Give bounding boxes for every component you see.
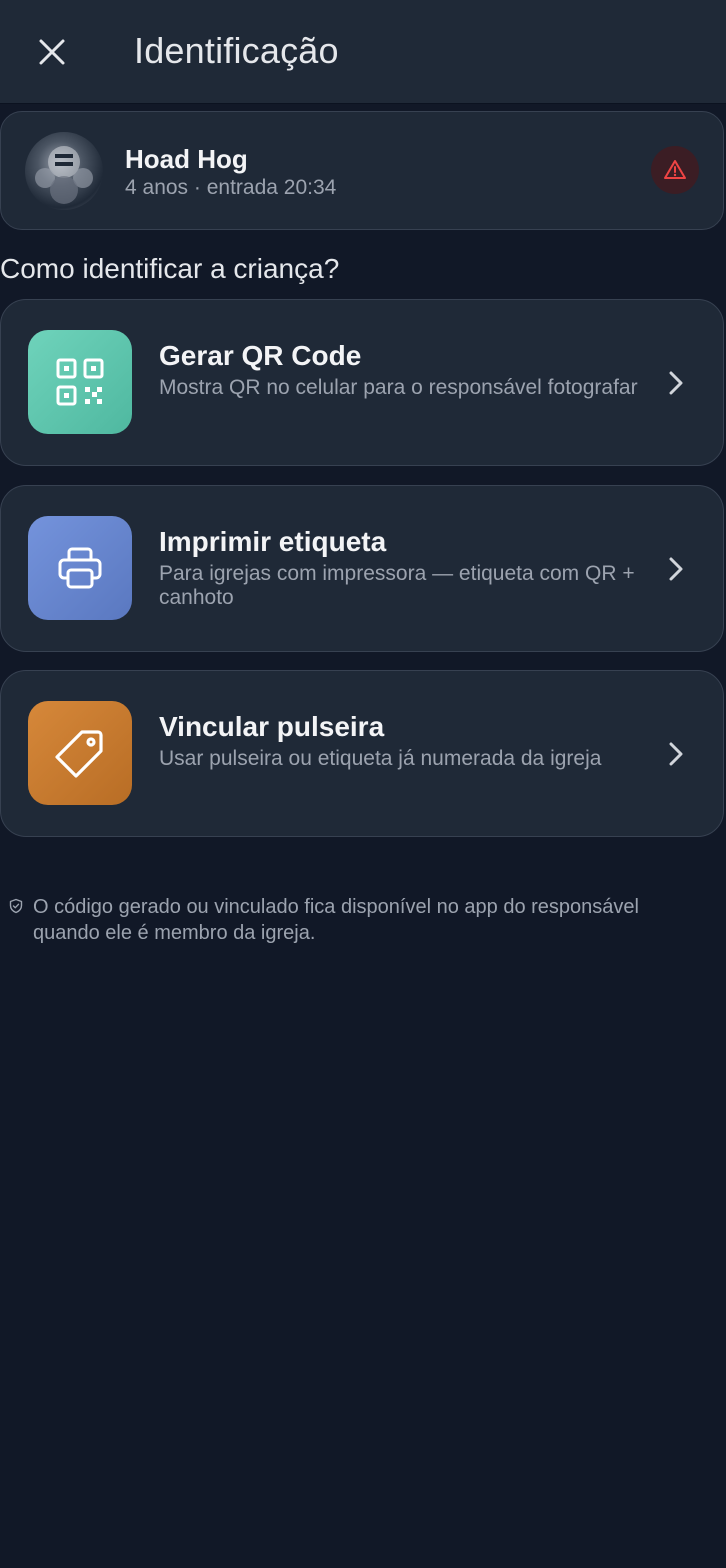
option-title: Gerar QR Code [159,340,362,371]
close-button[interactable] [28,28,76,76]
option-description: Para igrejas com impressora — etiqueta c… [159,562,635,609]
option-description: Mostra QR no celular para o responsável … [159,376,638,399]
child-name: Hoad Hog [125,144,248,174]
section-question: Como identificar a criança? [0,253,340,284]
option-link-wristband[interactable]: Vincular pulseira Usar pulseira ou etiqu… [0,670,724,837]
qr-code-icon [56,358,104,406]
shield-check-icon [9,898,23,914]
warning-triangle-icon [664,160,686,179]
close-icon [39,39,65,65]
tag-icon [55,730,103,778]
option-icon-tile [28,330,132,434]
option-title: Vincular pulseira [159,711,385,742]
footnote-text: O código gerado ou vinculado fica dispon… [33,896,639,944]
page-title: Identificação [134,30,339,71]
option-icon-tile [28,516,132,620]
chevron-right-icon [669,557,683,581]
option-print-label[interactable]: Imprimir etiqueta Para igrejas com impre… [0,485,724,652]
option-description: Usar pulseira ou etiqueta já numerada da… [159,747,602,770]
option-generate-qr[interactable]: Gerar QR Code Mostra QR no celular para … [0,299,724,466]
top-bar: Identificação [0,0,726,104]
alert-button[interactable] [651,146,699,194]
chevron-right-icon [669,371,683,395]
avatar [25,132,103,210]
printer-icon [58,547,102,589]
option-icon-tile [28,701,132,805]
child-meta: 4 anos · entrada 20:34 [125,176,337,199]
option-title: Imprimir etiqueta [159,526,387,557]
chevron-right-icon [669,742,683,766]
child-card: Hoad Hog 4 anos · entrada 20:34 [0,111,724,230]
